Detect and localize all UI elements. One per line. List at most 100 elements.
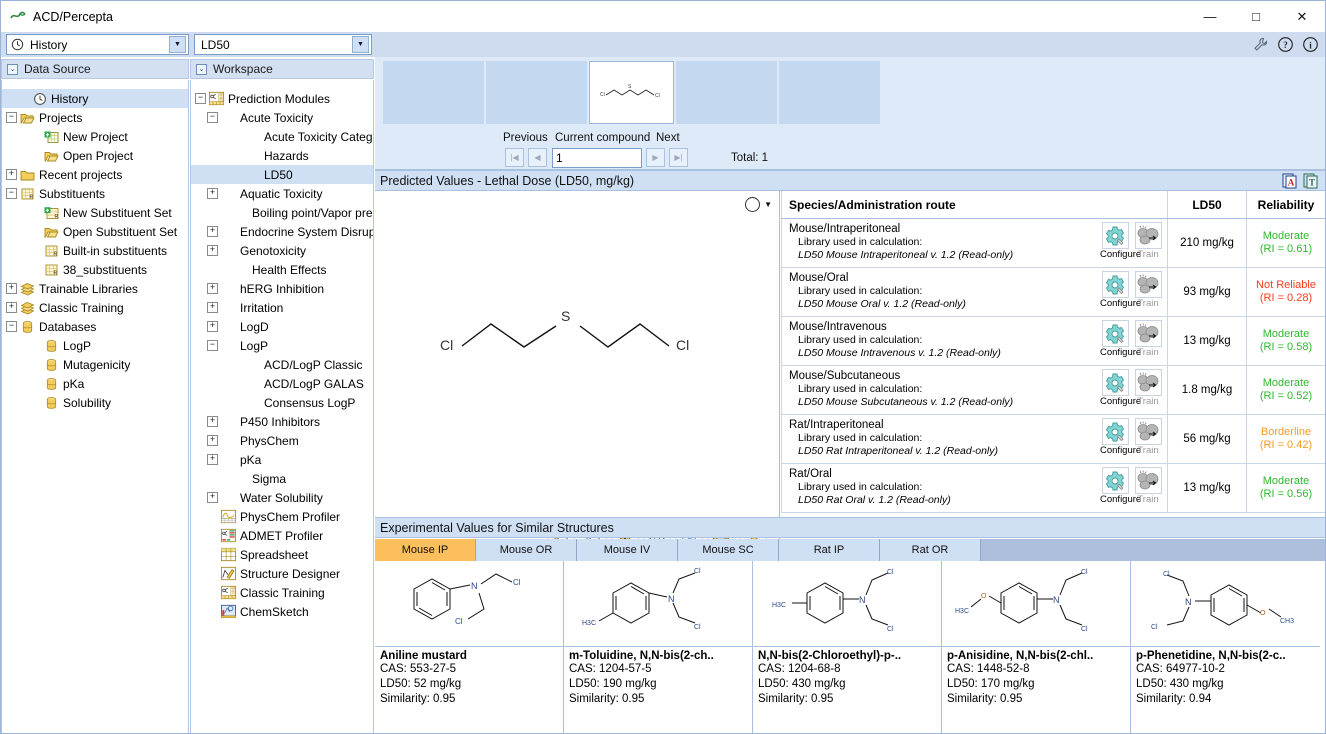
previous-compound-button[interactable]: ◀ bbox=[528, 148, 547, 167]
thumbnail-slot[interactable] bbox=[779, 61, 880, 124]
tree-expander[interactable]: − bbox=[207, 340, 218, 351]
train-button[interactable]: Train bbox=[1133, 222, 1163, 260]
table-row[interactable]: Mouse/OralLibrary used in calculation:LD… bbox=[781, 268, 1325, 317]
tree-item-solubility[interactable]: Solubility bbox=[2, 393, 188, 412]
tree-item-substituents[interactable]: −RSubstituents bbox=[2, 184, 188, 203]
experimental-tabs[interactable]: Mouse IPMouse ORMouse IVMouse SCRat IPRa… bbox=[375, 539, 1325, 561]
tree-item-acute-toxicity-categories[interactable]: Acute Toxicity Categories bbox=[191, 127, 373, 146]
tree-item-new-project[interactable]: New Project bbox=[2, 127, 188, 146]
data-source-tree[interactable]: History−ProjectsNew ProjectOpen Project+… bbox=[1, 80, 189, 734]
train-button[interactable]: Train bbox=[1133, 320, 1163, 358]
tab-mouse-or[interactable]: Mouse OR bbox=[476, 539, 577, 561]
tree-expander[interactable]: + bbox=[207, 454, 218, 465]
tab-rat-or[interactable]: Rat OR bbox=[880, 539, 981, 561]
tree-item-pka[interactable]: pKa bbox=[2, 374, 188, 393]
train-button[interactable]: Train bbox=[1133, 271, 1163, 309]
tree-item-acd-logp-classic[interactable]: ACD/LogP Classic bbox=[191, 355, 373, 374]
tree-expander[interactable]: + bbox=[207, 188, 218, 199]
tree-item-classic-training[interactable]: +Classic Training bbox=[2, 298, 188, 317]
tree-item-genotoxicity[interactable]: +Genotoxicity bbox=[191, 241, 373, 260]
workspace-tree[interactable]: −Prediction Modules−Acute ToxicityAcute … bbox=[190, 80, 374, 734]
configure-button[interactable]: Configure bbox=[1100, 369, 1130, 407]
structure-card[interactable]: NClClH3Cm-Toluidine, N,N-bis(2-ch..CAS: … bbox=[564, 561, 753, 734]
table-row[interactable]: Mouse/IntraperitonealLibrary used in cal… bbox=[781, 219, 1325, 268]
table-row[interactable]: Rat/OralLibrary used in calculation:LD50… bbox=[781, 464, 1325, 513]
tree-item-physchem[interactable]: +PhysChem bbox=[191, 431, 373, 450]
table-row[interactable]: Mouse/IntravenousLibrary used in calcula… bbox=[781, 317, 1325, 366]
tree-item-classic-training[interactable]: Classic Training bbox=[191, 583, 373, 602]
current-compound-input[interactable]: 1 bbox=[552, 148, 642, 168]
structure-card[interactable]: NClClH3CN,N-bis(2-Chloroethyl)-p-..CAS: … bbox=[753, 561, 942, 734]
collapse-checkbox-icon[interactable]: ⌄ bbox=[196, 64, 207, 75]
collapse-checkbox-icon[interactable]: ⌄ bbox=[7, 64, 18, 75]
minimize-button[interactable]: — bbox=[1187, 1, 1233, 32]
tree-item-logp[interactable]: −LogP bbox=[191, 336, 373, 355]
tree-item-hazards[interactable]: Hazards bbox=[191, 146, 373, 165]
tree-item-structure-designer[interactable]: Structure Designer bbox=[191, 564, 373, 583]
tab-mouse-ip[interactable]: Mouse IP bbox=[375, 539, 476, 561]
chevron-down-icon[interactable]: ▼ bbox=[352, 36, 369, 53]
tree-expander[interactable]: + bbox=[207, 302, 218, 313]
tree-item-irritation[interactable]: +Irritation bbox=[191, 298, 373, 317]
tree-item-health-effects[interactable]: Health Effects bbox=[191, 260, 373, 279]
maximize-button[interactable]: □ bbox=[1233, 1, 1279, 32]
thumbnail-slot[interactable] bbox=[383, 61, 484, 124]
close-button[interactable]: ✕ bbox=[1279, 1, 1325, 32]
tree-item-38-substituents[interactable]: R38_substituents bbox=[2, 260, 188, 279]
train-button[interactable]: Train bbox=[1133, 369, 1163, 407]
train-button[interactable]: Train bbox=[1133, 467, 1163, 505]
tree-expander[interactable]: − bbox=[207, 112, 218, 123]
tree-item-history[interactable]: History bbox=[2, 89, 188, 108]
tree-item-logp[interactable]: LogP bbox=[2, 336, 188, 355]
tree-item-trainable-libraries[interactable]: +Trainable Libraries bbox=[2, 279, 188, 298]
thumbnail-slot[interactable] bbox=[676, 61, 777, 124]
chevron-down-icon[interactable]: ▼ bbox=[764, 200, 772, 209]
tree-item-physchem-profiler[interactable]: PhysChem Profiler bbox=[191, 507, 373, 526]
tree-item-ld50[interactable]: LD50 bbox=[191, 165, 373, 184]
tree-item-acute-toxicity[interactable]: −Acute Toxicity bbox=[191, 108, 373, 127]
chevron-down-icon[interactable]: ▼ bbox=[169, 36, 186, 53]
tab-rat-ip[interactable]: Rat IP bbox=[779, 539, 880, 561]
tree-item-pka[interactable]: +pKa bbox=[191, 450, 373, 469]
tree-item-admet-profiler[interactable]: ADMET Profiler bbox=[191, 526, 373, 545]
tree-item-recent-projects[interactable]: +Recent projects bbox=[2, 165, 188, 184]
tree-item-open-substituent-set[interactable]: Open Substituent Set bbox=[2, 222, 188, 241]
tree-expander[interactable]: + bbox=[207, 416, 218, 427]
tree-item-aquatic-toxicity[interactable]: +Aquatic Toxicity bbox=[191, 184, 373, 203]
tree-item-logd[interactable]: +LogD bbox=[191, 317, 373, 336]
configure-button[interactable]: Configure bbox=[1100, 271, 1130, 309]
tab-mouse-sc[interactable]: Mouse SC bbox=[678, 539, 779, 561]
thumbnail-slot[interactable] bbox=[486, 61, 587, 124]
train-button[interactable]: Train bbox=[1133, 418, 1163, 456]
tree-expander[interactable]: + bbox=[207, 321, 218, 332]
tree-expander[interactable]: + bbox=[6, 169, 17, 180]
tree-item-built-in-substituents[interactable]: RBuilt-in substituents bbox=[2, 241, 188, 260]
tree-expander[interactable]: + bbox=[207, 226, 218, 237]
tree-item-chemsketch[interactable]: ChemSketch bbox=[191, 602, 373, 621]
structure-view-options[interactable]: ▼ bbox=[745, 197, 772, 212]
tree-expander[interactable]: + bbox=[6, 283, 17, 294]
thumbnail-current-compound[interactable]: Cl S Cl bbox=[589, 61, 674, 124]
tree-item-prediction-modules[interactable]: −Prediction Modules bbox=[191, 89, 373, 108]
tree-item-spreadsheet[interactable]: Spreadsheet bbox=[191, 545, 373, 564]
tree-item-herg-inhibition[interactable]: +hERG Inhibition bbox=[191, 279, 373, 298]
tree-item-projects[interactable]: −Projects bbox=[2, 108, 188, 127]
tree-expander[interactable]: − bbox=[6, 112, 17, 123]
tab-mouse-iv[interactable]: Mouse IV bbox=[577, 539, 678, 561]
export-pdf-icon[interactable]: A bbox=[1282, 173, 1298, 192]
tree-item-sigma[interactable]: Sigma bbox=[191, 469, 373, 488]
help-icon[interactable]: ? bbox=[1276, 35, 1294, 53]
tree-item-water-solubility[interactable]: +Water Solubility bbox=[191, 488, 373, 507]
wrench-icon[interactable] bbox=[1251, 35, 1269, 53]
tree-item-new-substituent-set[interactable]: RNew Substituent Set bbox=[2, 203, 188, 222]
tree-item-mutagenicity[interactable]: Mutagenicity bbox=[2, 355, 188, 374]
tree-expander[interactable]: + bbox=[207, 492, 218, 503]
table-row[interactable]: Rat/IntraperitonealLibrary used in calcu… bbox=[781, 415, 1325, 464]
structure-card[interactable]: NClClAniline mustardCAS: 553-27-5LD50: 5… bbox=[375, 561, 564, 734]
tree-expander[interactable]: − bbox=[6, 321, 17, 332]
first-compound-button[interactable]: |◀ bbox=[505, 148, 524, 167]
tree-item-consensus-logp[interactable]: Consensus LogP bbox=[191, 393, 373, 412]
info-icon[interactable]: i bbox=[1301, 35, 1319, 53]
configure-button[interactable]: Configure bbox=[1100, 222, 1130, 260]
table-row[interactable]: Mouse/SubcutaneousLibrary used in calcul… bbox=[781, 366, 1325, 415]
